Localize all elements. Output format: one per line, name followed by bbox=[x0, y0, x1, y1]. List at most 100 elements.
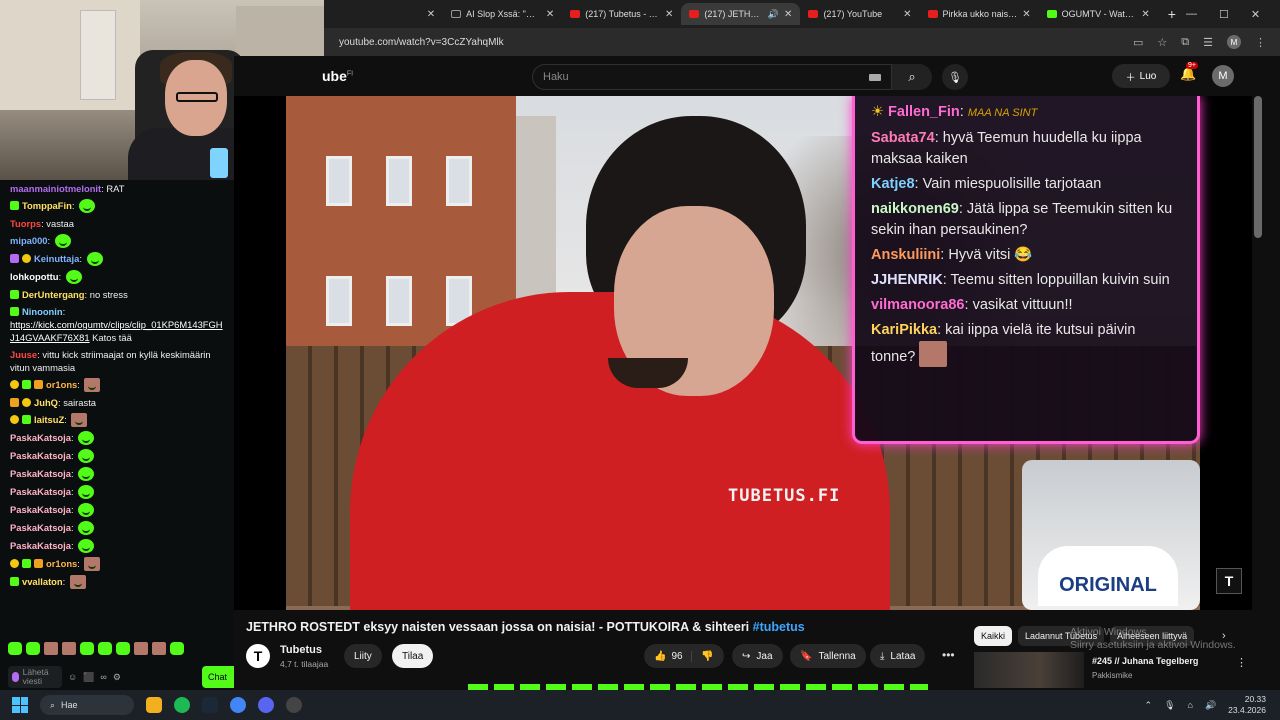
account-avatar[interactable]: M bbox=[1212, 65, 1234, 87]
file-explorer-icon[interactable] bbox=[146, 697, 162, 713]
browser-tab[interactable]: AI Slop Xssä: "Elden ✕ bbox=[443, 3, 562, 25]
share-button[interactable]: ↪ Jaa bbox=[732, 644, 783, 668]
keyboard-icon[interactable] bbox=[869, 73, 881, 81]
close-tab-icon[interactable]: ✕ bbox=[903, 9, 911, 20]
browser-menu-icon[interactable]: ⋮ bbox=[1255, 36, 1266, 49]
chat-username[interactable]: or1ons bbox=[46, 558, 77, 569]
page-scrollbar[interactable] bbox=[1254, 96, 1262, 238]
close-window-icon[interactable]: ✕ bbox=[1251, 8, 1260, 21]
browser-tab[interactable]: (217) JETHRO RO 🔊 ✕ bbox=[681, 3, 801, 25]
chat-emote[interactable] bbox=[78, 521, 95, 535]
browser-tab[interactable]: (217) Tubetus - YouT ✕ bbox=[562, 3, 681, 25]
url-text[interactable]: youtube.com/watch?v=3CcZYahqMlk bbox=[339, 37, 504, 48]
chat-username[interactable]: DerUntergang bbox=[22, 289, 85, 300]
video-player[interactable]: ORIGINAL TUBETUS.FI ☀ Fallen_Fin: MAA NA… bbox=[234, 96, 1252, 610]
chat-emote[interactable] bbox=[65, 270, 82, 284]
spotify-icon[interactable] bbox=[174, 697, 190, 713]
channel-name[interactable]: Tubetus bbox=[280, 644, 322, 656]
chat-username[interactable]: Ninoonin bbox=[22, 306, 63, 317]
chat-send-button[interactable]: Chat bbox=[202, 666, 234, 688]
channel-avatar[interactable]: T bbox=[246, 644, 270, 668]
gift-icon[interactable]: ⬛ bbox=[83, 672, 94, 683]
chat-emote[interactable] bbox=[78, 539, 95, 553]
hashtag-link[interactable]: #tubetus bbox=[753, 620, 805, 634]
discord-icon[interactable] bbox=[258, 697, 274, 713]
minimize-icon[interactable]: — bbox=[1186, 8, 1197, 21]
windows-start-icon[interactable] bbox=[12, 697, 28, 713]
recommended-video[interactable]: #245 // Juhana Tegelberg Pakkismike ⋮ bbox=[974, 652, 1264, 688]
clock[interactable]: 20.33 23.4.2026 bbox=[1228, 694, 1266, 716]
chat-username[interactable]: mipa000 bbox=[10, 235, 48, 246]
browser-tab[interactable]: OGUMTV - Watch cl ✕ bbox=[1039, 3, 1158, 25]
steam-icon[interactable] bbox=[202, 697, 218, 713]
like-button[interactable]: 👍 96 bbox=[644, 650, 692, 662]
browser-tab[interactable]: ✕ bbox=[324, 3, 443, 25]
download-button[interactable]: ⤓ Lataa bbox=[870, 644, 926, 668]
dislike-button[interactable]: 👎 bbox=[692, 651, 713, 662]
search-input[interactable]: Haku bbox=[532, 64, 892, 90]
more-actions-icon[interactable]: ••• bbox=[942, 648, 955, 662]
voice-search-button[interactable]: 🎙 bbox=[942, 64, 968, 90]
chat-username[interactable]: laitsuZ bbox=[34, 414, 64, 425]
chat-input[interactable]: Lähetä viesti bbox=[8, 666, 62, 688]
close-tab-icon[interactable]: ✕ bbox=[546, 9, 554, 20]
emote-picker-icon[interactable]: ☺ bbox=[68, 672, 77, 682]
close-tab-icon[interactable]: ✕ bbox=[1022, 9, 1030, 20]
notifications-button[interactable]: 🔔 9+ bbox=[1180, 62, 1198, 82]
chat-username[interactable]: Tuorps bbox=[10, 218, 41, 229]
channel-watermark-logo[interactable]: T bbox=[1216, 568, 1242, 594]
close-tab-icon[interactable]: ✕ bbox=[1141, 9, 1149, 20]
chat-username[interactable]: lohkopottu bbox=[10, 271, 58, 282]
chat-username[interactable]: PaskaKatsoja bbox=[10, 486, 71, 497]
chat-emote[interactable] bbox=[78, 485, 95, 499]
chat-username[interactable]: PaskaKatsoja bbox=[10, 450, 71, 461]
chrome-icon[interactable] bbox=[230, 697, 246, 713]
join-button[interactable]: Liity bbox=[344, 644, 382, 668]
close-tab-icon[interactable]: ✕ bbox=[784, 9, 792, 20]
save-button[interactable]: 🔖 Tallenna bbox=[790, 644, 866, 668]
chat-emote[interactable] bbox=[69, 575, 86, 589]
emote-bar[interactable] bbox=[8, 642, 184, 655]
chat-emote[interactable] bbox=[54, 234, 71, 248]
volume-icon[interactable]: 🔊 bbox=[1205, 700, 1216, 711]
network-icon[interactable]: ⌂ bbox=[1188, 700, 1193, 710]
profile-avatar[interactable]: M bbox=[1227, 35, 1241, 49]
chat-emote[interactable] bbox=[84, 557, 101, 571]
chat-username[interactable]: PaskaKatsoja bbox=[10, 540, 71, 551]
chevron-up-icon[interactable]: ⌃ bbox=[1145, 700, 1153, 711]
close-tab-icon[interactable]: ✕ bbox=[665, 9, 673, 20]
chat-username[interactable]: maanmainiotmelonit bbox=[10, 183, 101, 194]
chat-emote[interactable] bbox=[78, 503, 95, 517]
chat-username[interactable]: TomppaFin bbox=[22, 200, 72, 211]
chat-username[interactable]: PaskaKatsoja bbox=[10, 468, 71, 479]
chat-emote[interactable] bbox=[78, 431, 95, 445]
browser-tab[interactable]: (217) YouTube ✕ bbox=[800, 3, 919, 25]
infinity-icon[interactable]: ∞ bbox=[100, 672, 106, 682]
search-button[interactable]: ⌕ bbox=[892, 64, 932, 90]
video-thumbnail[interactable] bbox=[974, 652, 1084, 688]
taskbar-search[interactable]: ⌕ Hae bbox=[40, 695, 134, 715]
address-bar[interactable]: youtube.com/watch?v=3CcZYahqMlk ▭ ☆ ⧉ ☰ … bbox=[324, 28, 1280, 56]
extensions-icon[interactable]: ⧉ bbox=[1181, 36, 1189, 49]
obs-icon[interactable] bbox=[286, 697, 302, 713]
browser-tab[interactable]: Pirkka ukko naisenn ✕ bbox=[920, 3, 1039, 25]
create-button[interactable]: ＋ Luo bbox=[1112, 64, 1170, 88]
chat-emote[interactable] bbox=[71, 413, 88, 427]
reco-title[interactable]: #245 // Juhana Tegelberg bbox=[1092, 656, 1198, 666]
chat-username[interactable]: Keinuttaja bbox=[34, 253, 79, 264]
chat-username[interactable]: JuhQ bbox=[34, 397, 58, 408]
tab-audio-icon[interactable]: 🔊 bbox=[768, 9, 779, 20]
bookmark-star-icon[interactable]: ☆ bbox=[1157, 36, 1167, 49]
chat-emote[interactable] bbox=[84, 378, 101, 392]
chat-username[interactable]: or1ons bbox=[46, 379, 77, 390]
chat-emote[interactable] bbox=[78, 449, 95, 463]
close-tab-icon[interactable]: ✕ bbox=[427, 9, 435, 20]
reco-menu-icon[interactable]: ⋮ bbox=[1236, 656, 1247, 669]
chat-username[interactable]: PaskaKatsoja bbox=[10, 522, 71, 533]
chat-emote[interactable] bbox=[79, 199, 96, 213]
chat-emote[interactable] bbox=[86, 252, 103, 266]
chat-emote[interactable] bbox=[78, 467, 95, 481]
filter-chip[interactable]: Kaikki bbox=[974, 626, 1013, 646]
chat-username[interactable]: PaskaKatsoja bbox=[10, 432, 71, 443]
cast-icon[interactable]: ▭ bbox=[1133, 36, 1143, 49]
